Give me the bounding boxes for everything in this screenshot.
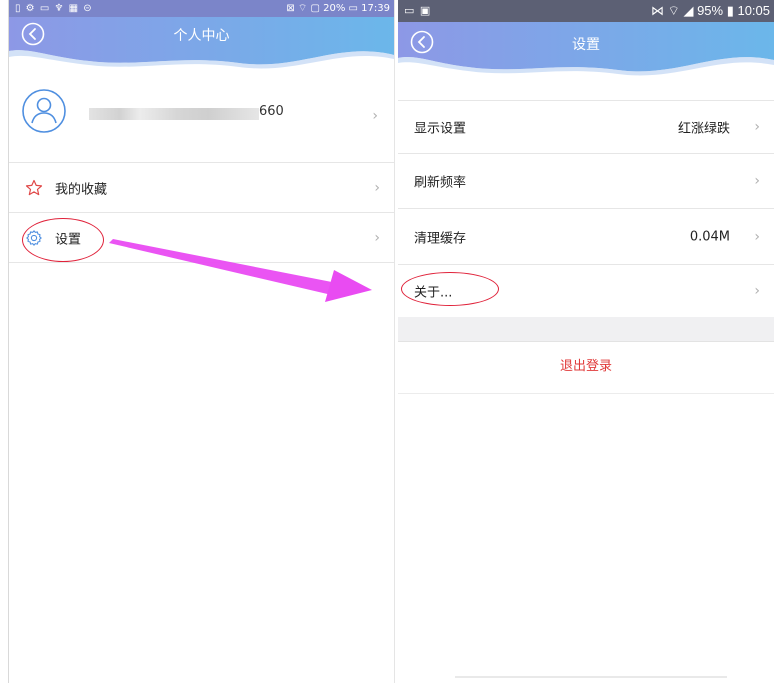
logout-button[interactable]: 退出登录 xyxy=(398,341,774,394)
status-icons-left: ▭ ▣ xyxy=(404,4,432,17)
cache-size-value: 0.04M xyxy=(689,229,730,244)
chevron-right-icon: › xyxy=(372,108,378,124)
right-phone-screen: ▭ ▣ ⋈ ⌔ ◢ 95% ▮ 10:05 设置 显示设置 红涨绿跌 › 刷新频… xyxy=(398,0,774,683)
avatar-icon xyxy=(22,89,66,133)
display-settings-row[interactable]: 显示设置 红涨绿跌 › xyxy=(398,100,774,154)
status-bar: ▯ ⚙ ▭ ♆ ▦ ⊝ ⊠ ⌔ ▢ 20% ▭ 17:39 xyxy=(9,0,394,17)
settings-label: 设置 xyxy=(55,232,82,247)
status-bar: ▭ ▣ ⋈ ⌔ ◢ 95% ▮ 10:05 xyxy=(398,0,774,22)
section-divider xyxy=(398,317,774,342)
chevron-right-icon: › xyxy=(754,172,760,189)
left-phone-screen: ▯ ⚙ ▭ ♆ ▦ ⊝ ⊠ ⌔ ▢ 20% ▭ 17:39 个人中心 660 ›… xyxy=(8,0,395,683)
about-row[interactable]: 关于... › xyxy=(398,265,774,317)
page-title: 设置 xyxy=(572,37,600,53)
header-bar: 设置 xyxy=(398,22,774,80)
status-icons-right: ⋈ ⌔ ◢ 95% ▮ 10:05 xyxy=(651,3,770,18)
chevron-right-icon: › xyxy=(374,229,380,246)
status-icons-left: ▯ ⚙ ▭ ♆ ▦ ⊝ xyxy=(15,3,93,14)
profile-number: 660 xyxy=(259,104,284,119)
favorites-row[interactable]: 我的收藏 › xyxy=(9,163,394,213)
clear-cache-label: 清理缓存 xyxy=(414,231,467,246)
gear-icon xyxy=(26,229,42,246)
refresh-rate-label: 刷新频率 xyxy=(414,175,467,190)
chevron-right-icon: › xyxy=(374,179,380,196)
chevron-right-icon: › xyxy=(754,119,760,135)
about-label: 关于... xyxy=(414,285,453,301)
header-bar: 个人中心 xyxy=(9,17,394,72)
settings-row[interactable]: 设置 › xyxy=(9,213,394,263)
refresh-rate-row[interactable]: 刷新频率 › xyxy=(398,153,774,209)
bottom-divider xyxy=(455,676,727,678)
display-settings-label: 显示设置 xyxy=(414,121,467,137)
display-settings-value: 红涨绿跌 xyxy=(677,121,730,137)
chevron-right-icon: › xyxy=(754,283,760,299)
status-icons-right: ⊠ ⌔ ▢ 20% ▭ 17:39 xyxy=(286,3,390,14)
chevron-right-icon: › xyxy=(754,228,760,245)
page-title: 个人中心 xyxy=(173,28,230,44)
profile-row[interactable]: 660 › xyxy=(9,80,394,163)
blurred-username xyxy=(89,108,259,120)
favorites-label: 我的收藏 xyxy=(55,182,108,197)
clear-cache-row[interactable]: 清理缓存 0.04M › xyxy=(398,209,774,265)
star-icon xyxy=(25,179,43,195)
